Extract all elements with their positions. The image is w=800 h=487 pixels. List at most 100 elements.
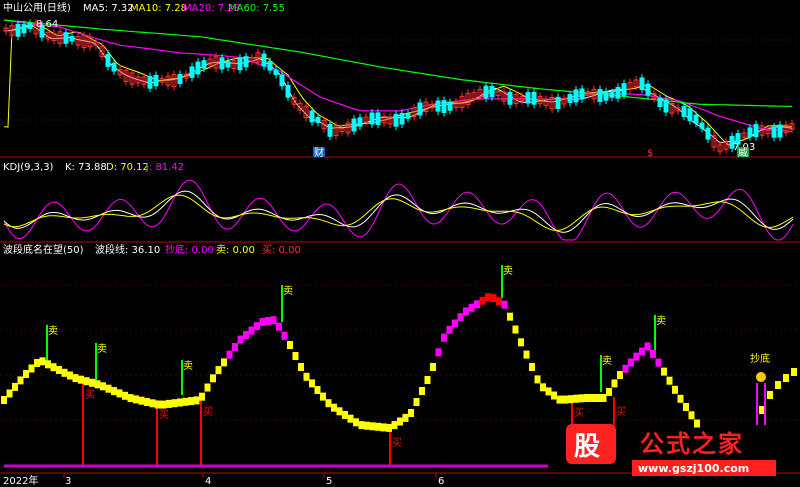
sell-flag-text: 卖: [48, 325, 58, 337]
xaxis-label-mar: 3: [65, 476, 71, 487]
wave-point: [342, 411, 348, 419]
candle-body: [609, 92, 615, 98]
wave-point: [402, 413, 409, 422]
watermark-logo: 股: [574, 432, 600, 462]
ma60-label: MA60: 7.55: [228, 3, 285, 14]
candle-body: [69, 36, 75, 42]
sell-label: 卖: 0.00: [216, 244, 255, 256]
wave-point: [298, 363, 304, 371]
bottom-fishing-text: 抄底: [750, 352, 770, 365]
buy-line-text: 买: [616, 406, 626, 418]
candle-body: [615, 86, 621, 99]
wave-point: [50, 363, 57, 372]
candle-body: [405, 113, 411, 119]
bottom-fishing-marker: 抄底: [750, 352, 770, 425]
candle-body: [201, 60, 207, 69]
candle-body: [357, 117, 363, 127]
wave-point: [171, 399, 178, 408]
wave-point: [573, 394, 579, 403]
wave-point: [589, 394, 596, 402]
candle-body: [699, 122, 705, 129]
candle-body: [747, 127, 753, 138]
candle-body: [327, 123, 333, 137]
sell-flag-text: 卖: [602, 355, 612, 367]
sell-flag-text: 卖: [503, 265, 513, 277]
wave-point: [166, 399, 172, 408]
wave-point: [474, 300, 480, 309]
candle-body: [531, 91, 537, 105]
buy-line-text: 买: [392, 437, 402, 449]
wave-point: [441, 333, 447, 342]
wave-point: [666, 376, 673, 385]
wave-point: [430, 363, 436, 371]
buy-line-text: 买: [574, 407, 584, 419]
wave-point: [783, 374, 789, 382]
candle-body: [777, 124, 783, 138]
candle-body: [393, 113, 399, 127]
j-label: J: 81.42: [145, 162, 184, 173]
candle-body: [399, 112, 405, 125]
wave-point: [78, 375, 84, 384]
k-line: [3, 190, 794, 233]
candle-body: [27, 23, 33, 30]
xaxis-label-apr: 4: [205, 476, 211, 487]
candle-body: [351, 118, 357, 132]
stock-chart: 卖卖卖卖卖卖卖买买 买买买买 中山公用(日线) MA5: 7.32 MA10: 7…: [0, 1, 800, 487]
candle-body: [417, 102, 423, 116]
watermark: 股 公式之家 www.gszj100.com: [566, 424, 776, 476]
candle-body: [375, 112, 381, 125]
candle-body: [525, 92, 531, 104]
marker-3: 威: [738, 146, 748, 159]
wave-point: [775, 381, 781, 389]
wave-point: [562, 395, 568, 404]
wave-point: [683, 403, 689, 411]
sell-flag-text: 卖: [97, 343, 107, 355]
candle-body: [273, 69, 279, 76]
wave-point: [259, 317, 266, 326]
ma5-label: MA5: 7.32: [83, 3, 134, 14]
wave-point: [1, 396, 7, 404]
wave-point: [127, 394, 134, 403]
wave-point: [457, 313, 464, 322]
wave-point: [688, 411, 695, 420]
wave-point: [578, 394, 585, 403]
wave-line-label: 波段线: 36.10: [95, 243, 160, 256]
candle-body: [579, 88, 585, 100]
wave-point: [67, 371, 73, 380]
wave-point: [336, 407, 343, 416]
d-label: D: 70.12: [106, 162, 149, 173]
d-line: [3, 194, 794, 231]
wave-point: [325, 399, 332, 408]
candle-body: [63, 32, 69, 44]
wave-point: [287, 341, 293, 349]
buy-line-text: 买: [85, 389, 95, 401]
wave-point: [331, 403, 337, 412]
candle-body: [315, 116, 321, 123]
wave-point: [375, 422, 381, 431]
wave-point: [767, 391, 773, 399]
candle-body: [639, 77, 645, 90]
wave-point: [540, 383, 546, 392]
wave-point: [221, 358, 227, 367]
high-price-mark: 8.64: [36, 19, 58, 30]
candle-body: [21, 24, 27, 34]
wave-point: [105, 384, 112, 393]
panel1-title: 中山公用(日线): [3, 1, 71, 14]
panel1-candles: [3, 19, 795, 156]
wave-point: [369, 422, 376, 431]
candle-body: [753, 124, 759, 138]
wave-point: [364, 421, 370, 430]
wave-point: [89, 378, 95, 387]
xaxis-label-jun: 6: [438, 476, 444, 487]
candle-body: [705, 127, 711, 140]
wave-point: [397, 417, 403, 426]
candle-body: [693, 114, 699, 124]
candle-body: [279, 74, 285, 87]
wave-point: [622, 364, 629, 373]
wave-point: [534, 375, 541, 384]
wave-point: [639, 347, 645, 356]
sell-flag-text: 卖: [656, 315, 666, 327]
wave-point: [408, 409, 414, 417]
candle-body: [681, 106, 687, 117]
marker-2: $: [647, 148, 653, 159]
